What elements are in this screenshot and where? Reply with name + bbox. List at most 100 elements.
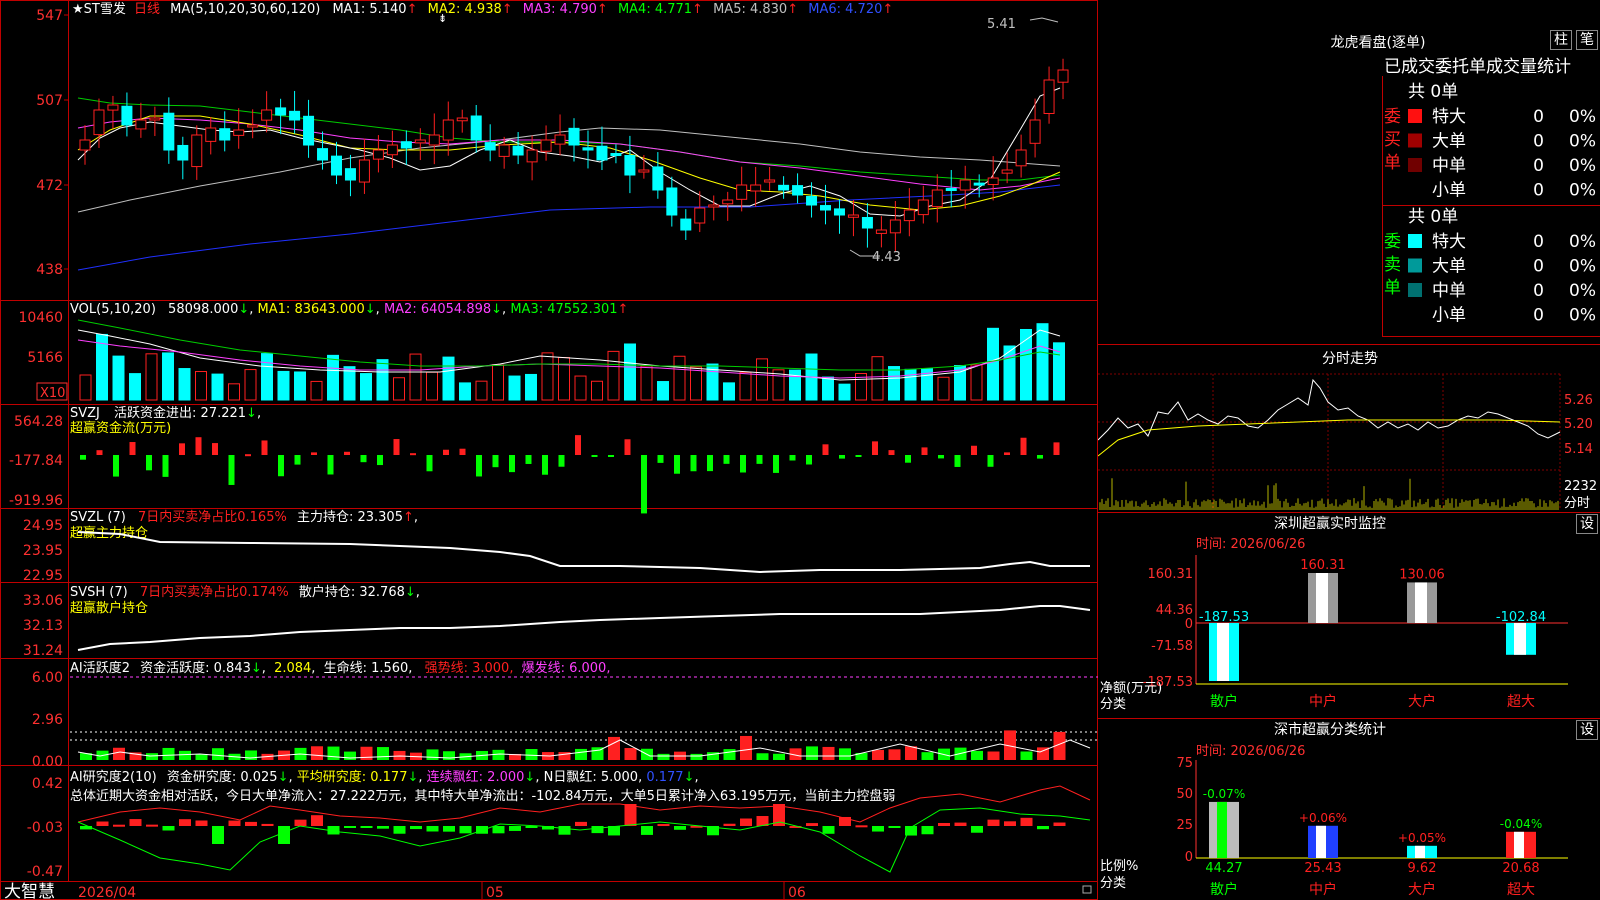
candle-body bbox=[247, 124, 259, 128]
candle-body bbox=[973, 182, 985, 186]
flow-bar bbox=[905, 455, 911, 463]
ma6-value: MA6: 4.720 bbox=[808, 2, 882, 17]
flow-bar bbox=[525, 455, 532, 464]
intraday-tick: 5.20 bbox=[1564, 417, 1593, 432]
activity-bar bbox=[179, 750, 191, 760]
order-count: 0 bbox=[1533, 107, 1544, 127]
flow-bar bbox=[179, 443, 185, 455]
research-bar bbox=[96, 821, 109, 826]
research-bar bbox=[426, 826, 439, 832]
stats-change-label: +0.05% bbox=[1398, 831, 1446, 845]
candlesticks bbox=[79, 58, 1069, 252]
volume-bar bbox=[360, 373, 372, 401]
ai1-life: 生命线: 1.560 bbox=[324, 660, 409, 676]
side-panels: 龙虎看盘(逐单) 已成交 委托单 成交量统计 委买单 共 0单 特大 0 0% 大单 0… bbox=[1098, 34, 1600, 898]
tab-volume-stats[interactable]: 成交量统计 bbox=[1486, 57, 1571, 77]
volume-bar bbox=[1036, 323, 1049, 401]
candle-body bbox=[624, 155, 636, 176]
volume-bar bbox=[888, 366, 900, 401]
stats-settings-button[interactable]: 设 bbox=[1576, 720, 1598, 740]
candle-body bbox=[959, 179, 971, 191]
research-bar bbox=[278, 826, 290, 844]
retail-holding-line bbox=[77, 605, 1091, 651]
order-type-label: 大单 bbox=[1432, 132, 1466, 152]
vol-value: 58098.000 bbox=[168, 302, 238, 317]
volume-bar bbox=[129, 373, 141, 401]
monitor-axis: 160.31 44.36 0 -71.58 -187.53 bbox=[1143, 567, 1193, 690]
candle-body bbox=[135, 119, 147, 130]
monitor-tick: 160.31 bbox=[1148, 567, 1194, 582]
stats-axis: 75 50 25 0 bbox=[1176, 756, 1193, 865]
ma3-value: MA3: 4.790 bbox=[523, 2, 597, 17]
vol-tick: 10460 bbox=[18, 310, 63, 326]
order-type-label: 特大 bbox=[1432, 107, 1466, 127]
order-type-label: 大单 bbox=[1432, 257, 1466, 277]
activity-bar bbox=[987, 751, 1000, 760]
order-color-swatch bbox=[1408, 158, 1422, 172]
month-06-label: 06 bbox=[788, 885, 806, 900]
candle-body bbox=[344, 168, 356, 181]
dragon-tabs[interactable]: 已成交 委托单 成交量统计 bbox=[1384, 57, 1571, 77]
flow-bar bbox=[294, 455, 301, 465]
footer: 大智慧 2026/04 05 06 bbox=[4, 882, 1092, 900]
svzj-tick: -919.96 bbox=[9, 493, 63, 509]
order-count: 0 bbox=[1533, 306, 1544, 326]
tab-filled[interactable]: 已成交 bbox=[1384, 57, 1435, 77]
research-bar bbox=[129, 819, 142, 826]
ai1-burst: 爆发线: 6.000 bbox=[522, 660, 607, 676]
tab-orders[interactable]: 委托单 bbox=[1435, 57, 1486, 77]
research-bar bbox=[921, 826, 934, 835]
monitor-ylabel: 净额(万元) bbox=[1100, 681, 1162, 696]
flow-bar bbox=[261, 440, 268, 455]
stats-tick: 0 bbox=[1185, 850, 1193, 865]
volume-bar bbox=[657, 381, 669, 401]
volume-bar bbox=[756, 358, 768, 401]
flow-bar bbox=[443, 449, 449, 455]
pen-view-button[interactable]: 笔 bbox=[1576, 30, 1598, 50]
order-pct: 0% bbox=[1569, 132, 1596, 152]
period-label: 日线 bbox=[134, 2, 160, 17]
flow-bar bbox=[1053, 442, 1060, 455]
flow-bar bbox=[1004, 452, 1010, 455]
intraday-vol-unit: 分时 bbox=[1564, 496, 1590, 511]
flow-bar bbox=[212, 443, 218, 455]
research-bar bbox=[1020, 817, 1033, 826]
ai2-tick: 0.42 bbox=[32, 776, 63, 792]
vol-axis: 10460 5166 bbox=[18, 310, 63, 366]
flow-bar bbox=[509, 455, 515, 473]
main-chart-area[interactable]: ★ST雪发 日线 MA(5,10,20,30,60,120) MA1: 5.14… bbox=[0, 0, 1098, 900]
ai2-title: AI研究度2(10) bbox=[70, 769, 157, 785]
stats-bar-highlight bbox=[1514, 831, 1524, 858]
research-bar bbox=[410, 826, 422, 830]
research-bar bbox=[575, 821, 587, 826]
candle-body bbox=[931, 189, 943, 208]
stats-change-label: -0.04% bbox=[1500, 817, 1542, 831]
volume-bar bbox=[211, 373, 224, 401]
flow-bar bbox=[113, 455, 119, 477]
monitor-bar-highlight bbox=[1514, 623, 1526, 655]
bar-view-button[interactable]: 柱 bbox=[1550, 30, 1572, 50]
capital-flow-bars bbox=[80, 435, 1060, 514]
candle-body bbox=[1001, 169, 1013, 174]
volume-bar bbox=[789, 369, 801, 401]
candle-body bbox=[205, 127, 217, 142]
flow-bar bbox=[789, 455, 796, 461]
ai2-d1: 资金研究度: 0.025 bbox=[167, 769, 278, 785]
vol-tick: 5166 bbox=[27, 350, 63, 366]
activity-bar bbox=[921, 752, 934, 760]
order-count: 0 bbox=[1533, 281, 1544, 301]
buy-orders-panel: 委买单 共 0单 特大 0 0% 大单 0 0% 中单 0 0% 小单 0 0% bbox=[1384, 82, 1596, 201]
monitor-title: 深圳超赢实时监控 bbox=[1274, 515, 1386, 532]
monitor-settings-button[interactable]: 设 bbox=[1576, 514, 1598, 534]
candle-body bbox=[372, 149, 384, 160]
research-bar bbox=[558, 826, 571, 835]
svzj-header: SVZJ 活跃资金进出: 27.221↓, bbox=[70, 405, 261, 421]
activity-bar bbox=[344, 751, 356, 760]
candle-body bbox=[289, 110, 301, 121]
activity-bar bbox=[822, 746, 835, 760]
order-pct: 0% bbox=[1569, 281, 1596, 301]
activity-bar bbox=[740, 735, 752, 760]
flow-bar bbox=[162, 455, 169, 477]
sell-side-label: 委卖单 bbox=[1384, 232, 1401, 298]
volume-bar bbox=[607, 350, 620, 401]
